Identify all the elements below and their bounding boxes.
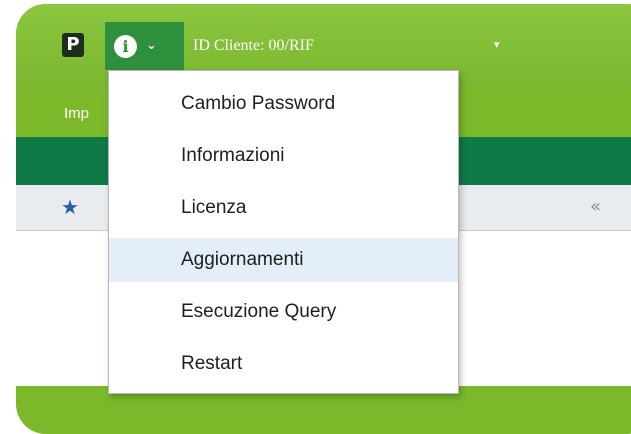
menu-item-cambio-password[interactable]: Cambio Password (109, 82, 458, 126)
menu-item-restart[interactable]: Restart (109, 342, 458, 386)
caret-down-icon[interactable]: ▾ (494, 35, 500, 55)
ribbon-tab[interactable]: Imp (64, 104, 89, 124)
info-icon: i (114, 35, 137, 58)
menu-item-aggiornamenti[interactable]: Aggiornamenti (109, 238, 458, 282)
menu-item-esecuzione-query[interactable]: Esecuzione Query (109, 290, 458, 334)
info-menu-button[interactable]: i ⌄ (105, 22, 184, 70)
star-icon[interactable]: ★ (61, 195, 79, 219)
info-dropdown-menu: Cambio Password Informazioni Licenza Agg… (108, 70, 459, 394)
double-chevron-left-icon[interactable]: « (590, 195, 601, 219)
menu-item-licenza[interactable]: Licenza (109, 186, 458, 230)
menu-item-informazioni[interactable]: Informazioni (109, 134, 458, 178)
client-id-label: ID Cliente: 00/RIF (193, 37, 314, 54)
app-logo-icon[interactable]: P (62, 33, 84, 57)
chevron-down-icon: ⌄ (146, 38, 157, 53)
